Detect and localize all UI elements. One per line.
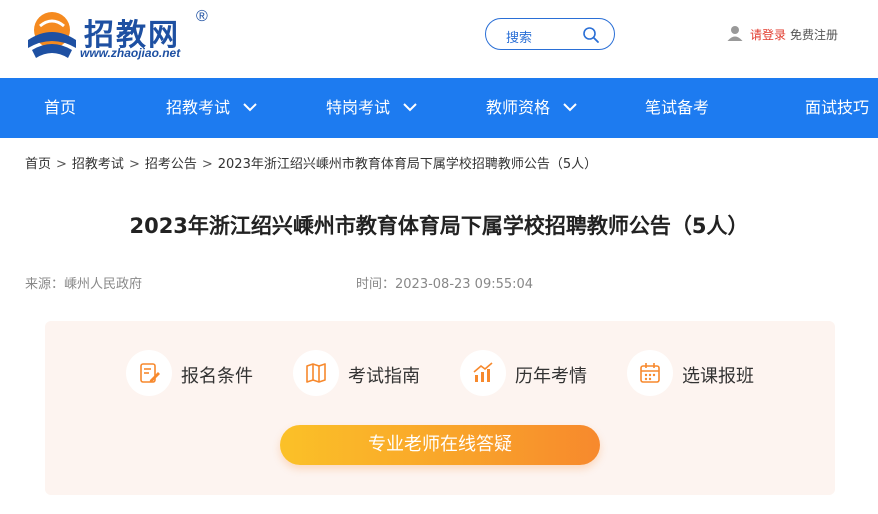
nav-item-label: 面试技巧 (805, 98, 870, 117)
article-title: 2023年浙江绍兴嵊州市教育体育局下属学校招聘教师公告（5人） (129, 214, 749, 238)
search-box[interactable]: 搜索 (485, 18, 615, 50)
chevron-down-icon (403, 103, 417, 112)
article-source: 来源：嵊州人民政府 (25, 277, 143, 292)
breadcrumb-item-current: 2023年浙江绍兴嵊州市教育体育局下属学校招聘教师公告（5人） (217, 157, 598, 172)
article-time: 时间：2023-08-23 09:55:04 (356, 277, 534, 292)
nav-item-special-post[interactable]: 特岗考试 (326, 78, 418, 138)
nav-item-interview-tips[interactable]: 面试技巧 (805, 78, 869, 138)
breadcrumb: 首页 > 招教考试 > 招考公告 >2023年浙江绍兴嵊州市教育体育局下属学校招聘教师公告… (25, 153, 597, 172)
feature-icon-circle (627, 350, 673, 396)
breadcrumb-item-recruit-exam[interactable]: 招教考试 (72, 157, 124, 172)
nav-item-label: 招教考试 (166, 98, 231, 117)
main-nav: 首页 招教考试 特岗考试 教师资格 笔试备考 面试技巧 (0, 78, 878, 138)
edit-form-icon (140, 363, 160, 383)
nav-item-home[interactable]: 首页 (44, 78, 76, 138)
feature-label: 选课报班 (682, 366, 754, 387)
feature-icon-circle (460, 350, 506, 396)
breadcrumb-separator: > (56, 157, 67, 172)
feature-label: 历年考情 (515, 366, 587, 387)
breadcrumb-item-home[interactable]: 首页 (25, 157, 51, 172)
breadcrumb-separator: > (128, 157, 140, 172)
feature-icon-circle (126, 350, 172, 396)
search-icon[interactable] (582, 26, 600, 44)
nav-item-label: 教师资格 (486, 98, 551, 117)
nav-item-label: 首页 (44, 98, 77, 117)
nav-item-label: 笔试备考 (645, 98, 710, 117)
breadcrumb-separator: > (201, 157, 213, 172)
feature-label: 报名条件 (181, 366, 253, 387)
site-logo[interactable]: 招教网 ® www.zhaojiao.net (24, 8, 214, 64)
chevron-down-icon (243, 103, 257, 112)
chevron-down-icon (563, 103, 577, 112)
quick-links-panel: 报名条件 考试指南 历年考情 选课报班 专业老师在线答疑 (45, 321, 835, 495)
book-map-icon (306, 363, 326, 383)
registered-mark: ® (196, 8, 208, 25)
nav-item-written-prep[interactable]: 笔试备考 (645, 78, 709, 138)
nav-item-teacher-cert[interactable]: 教师资格 (486, 78, 578, 138)
logo-emblem-icon (28, 12, 76, 58)
user-icon (727, 26, 743, 41)
feature-label: 考试指南 (348, 366, 420, 387)
login-link[interactable]: 请登录 (750, 26, 786, 43)
logo-url: www.zhaojiao.net (80, 46, 181, 60)
nav-item-label: 特岗考试 (326, 98, 391, 117)
online-qa-button[interactable]: 专业老师在线答疑 (280, 425, 600, 465)
breadcrumb-item-announcements[interactable]: 招考公告 (145, 157, 197, 172)
nav-item-recruit-exam[interactable]: 招教考试 (166, 78, 258, 138)
calendar-icon (640, 363, 660, 383)
search-label: 搜索 (506, 31, 533, 46)
site-header: 招教网 ® www.zhaojiao.net 搜索 请登录 免费注册 (0, 0, 878, 78)
bar-chart-icon (473, 362, 493, 382)
register-link[interactable]: 免费注册 (790, 26, 838, 43)
feature-icon-circle (293, 350, 339, 396)
